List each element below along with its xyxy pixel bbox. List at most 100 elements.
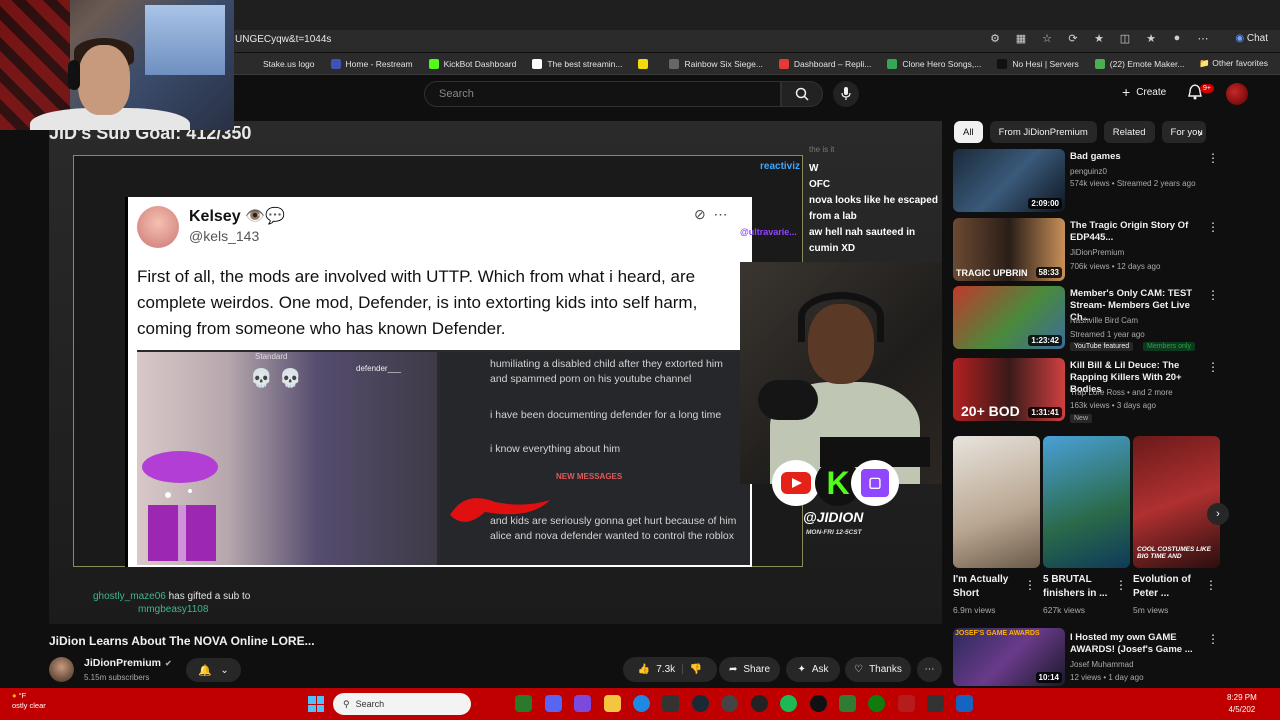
thanks-button[interactable]: ♡ Thanks: [845, 657, 911, 682]
more-vert-icon[interactable]: ⋮: [1115, 578, 1127, 592]
thumbs-down-icon[interactable]: 👎: [690, 664, 702, 675]
bookmark-label: Rainbow Six Siege...: [684, 58, 763, 69]
app-icon[interactable]: [751, 695, 768, 712]
channel-name[interactable]: JiDionPremium: [1070, 248, 1124, 257]
chip-related[interactable]: Related: [1103, 121, 1155, 143]
url-text[interactable]: UNGECyqw&t=1044s: [235, 34, 331, 45]
weather-widget[interactable]: ● °F ostly clear: [12, 691, 46, 711]
search-button[interactable]: [781, 81, 823, 107]
bookmark-item[interactable]: No Hesi | Servers: [989, 58, 1086, 69]
chevron-down-icon: ⌄: [220, 664, 229, 676]
video-title[interactable]: Bad games: [1070, 151, 1208, 163]
more-vert-icon[interactable]: ⋮: [1207, 360, 1219, 374]
app-icon[interactable]: [839, 695, 856, 712]
collections-icon[interactable]: ★: [1144, 32, 1158, 45]
list-item[interactable]: 1:23:42 Member's Only CAM: TEST Stream- …: [953, 286, 1223, 352]
like-count[interactable]: 7.3k: [656, 664, 675, 675]
channel-name[interactable]: penguinz0: [1070, 167, 1107, 176]
bookmark-item[interactable]: (22) Emote Maker...: [1087, 58, 1193, 69]
refresh-icon[interactable]: ⟳: [1066, 32, 1080, 45]
short-title[interactable]: 5 BRUTAL finishers in ...: [1043, 573, 1117, 601]
spotify-icon[interactable]: [780, 695, 797, 712]
mic-icon: [841, 87, 851, 100]
scrollbar[interactable]: [1268, 121, 1280, 686]
bookmark-item[interactable]: Clone Hero Songs,...: [879, 58, 989, 69]
steam-icon[interactable]: [692, 695, 709, 712]
other-favorites[interactable]: 📁 Other favorites: [1199, 58, 1268, 69]
subscription-bell-button[interactable]: 🔔 ⌄: [186, 658, 241, 682]
store-icon[interactable]: [662, 695, 679, 712]
short-thumbnail[interactable]: [1043, 436, 1130, 568]
app-icon[interactable]: [956, 695, 973, 712]
discord-icon[interactable]: [545, 695, 562, 712]
app-icon[interactable]: [898, 695, 915, 712]
edge-icon[interactable]: [633, 695, 650, 712]
channel-name[interactable]: Trap Lore Ross • and 2 more: [1070, 388, 1173, 397]
video-thumbnail[interactable]: 2:09:00: [953, 149, 1065, 212]
video-thumbnail[interactable]: 20+ BOD 1:31:41: [953, 358, 1065, 421]
app-icon[interactable]: [721, 695, 738, 712]
bookmark-item[interactable]: Dashboard – Repli...: [771, 58, 880, 69]
chip-from-channel[interactable]: From JiDionPremium: [989, 121, 1097, 143]
menu-dots-icon[interactable]: ⋯: [1196, 32, 1210, 45]
ask-button[interactable]: ✦ Ask: [786, 657, 840, 682]
start-icon[interactable]: [308, 696, 324, 712]
system-clock[interactable]: 8:29 PM 4/5/202: [1227, 692, 1257, 716]
voice-search-button[interactable]: [833, 81, 859, 107]
streamer-webcam: [740, 262, 942, 484]
list-item[interactable]: JOSEF'S GAME AWARDS 10:14 I Hosted my own…: [953, 628, 1223, 686]
video-thumbnail[interactable]: 1:23:42: [953, 286, 1065, 349]
apps-icon[interactable]: ▦: [1014, 32, 1028, 45]
video-thumbnail[interactable]: TRAGIC UPBRIN 58:33: [953, 218, 1065, 281]
video-thumbnail[interactable]: JOSEF'S GAME AWARDS 10:14: [953, 628, 1065, 686]
account-avatar[interactable]: [1226, 83, 1248, 105]
list-item[interactable]: 20+ BOD 1:31:41 Kill Bill & Lil Deuce: Th…: [953, 358, 1223, 424]
video-title[interactable]: The Tragic Origin Story Of EDP445...: [1070, 220, 1208, 244]
more-vert-icon[interactable]: ⋮: [1207, 151, 1219, 165]
video-title[interactable]: I Hosted my own GAME AWARDS! (Josef's Ga…: [1070, 632, 1208, 656]
more-vert-icon[interactable]: ⋮: [1207, 632, 1219, 646]
channel-name[interactable]: Josef Muhammad: [1070, 660, 1134, 669]
file-explorer-icon[interactable]: [604, 695, 621, 712]
channel-avatar[interactable]: [49, 657, 74, 682]
chip-all[interactable]: All: [954, 121, 983, 143]
xbox-icon[interactable]: [868, 695, 885, 712]
app-icon[interactable]: [515, 695, 532, 712]
copilot-chat-button[interactable]: ◉ Chat: [1235, 33, 1268, 44]
star-icon[interactable]: ☆: [1040, 32, 1054, 45]
channel-name[interactable]: JiDionPremium ✔: [84, 657, 172, 669]
copilot-icon[interactable]: [574, 695, 591, 712]
profile-icon[interactable]: ●: [1170, 32, 1184, 45]
bookmark-item[interactable]: The best streamin...: [524, 58, 630, 69]
search-input[interactable]: Search: [424, 81, 781, 107]
thumbs-up-icon[interactable]: 👍: [638, 664, 650, 675]
bookmark-item[interactable]: KickBot Dashboard: [421, 58, 525, 69]
short-title[interactable]: I'm Actually Short: [953, 573, 1027, 601]
split-icon[interactable]: ◫: [1118, 32, 1132, 45]
bookmark-item[interactable]: Home - Restream: [323, 58, 421, 69]
more-vert-icon[interactable]: ⋮: [1207, 220, 1219, 234]
extensions-icon[interactable]: ★: [1092, 32, 1106, 45]
translate-icon[interactable]: ⚙: [988, 32, 1002, 45]
app-icon[interactable]: [927, 695, 944, 712]
more-vert-icon[interactable]: ⋮: [1207, 288, 1219, 302]
bookmark-item[interactable]: Stake.us logo: [240, 58, 323, 69]
chevron-right-icon[interactable]: ›: [1198, 126, 1202, 140]
chevron-right-icon[interactable]: ›: [1207, 503, 1229, 525]
more-vert-icon[interactable]: ⋮: [1205, 578, 1217, 592]
list-item[interactable]: 2:09:00 Bad games penguinz0 574k views •…: [953, 149, 1223, 215]
short-thumbnail[interactable]: COOL COSTUMES LIKE BIG TIME AND: [1133, 436, 1220, 568]
short-title[interactable]: Evolution of Peter ...: [1133, 573, 1207, 601]
short-thumbnail[interactable]: [953, 436, 1040, 568]
bookmark-item[interactable]: Rainbow Six Siege...: [661, 58, 770, 69]
taskbar-search[interactable]: ⚲ Search: [333, 693, 471, 715]
app-icon[interactable]: [810, 695, 827, 712]
more-vert-icon[interactable]: ⋮: [1024, 578, 1036, 592]
list-item[interactable]: TRAGIC UPBRIN 58:33 The Tragic Origin Sto…: [953, 218, 1223, 284]
bookmark-item[interactable]: [630, 58, 661, 69]
more-actions-button[interactable]: ⋯: [917, 657, 942, 682]
members-only-badge: Members only: [1143, 342, 1195, 351]
create-button[interactable]: + Create: [1122, 84, 1166, 100]
share-button[interactable]: ➦ Share: [719, 657, 780, 682]
channel-name[interactable]: Nashville Bird Cam: [1070, 316, 1138, 325]
